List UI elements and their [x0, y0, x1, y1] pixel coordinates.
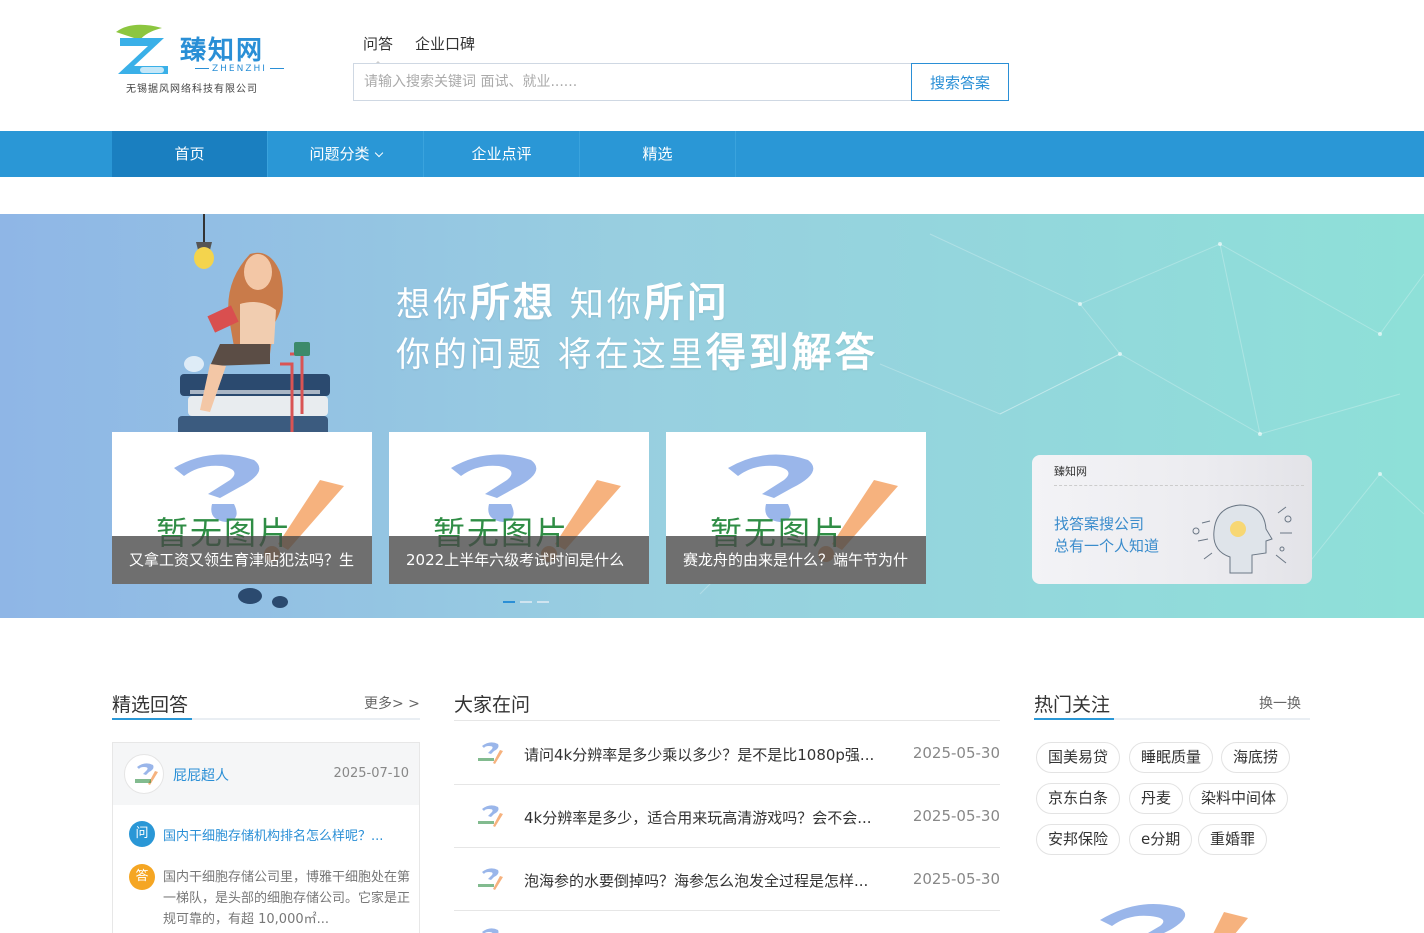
question-thumbnail-icon [478, 805, 503, 827]
hot-refresh-link[interactable]: 换一换 [1259, 693, 1301, 713]
banner-card-caption: 又拿工资又领生育津贴犯法吗？生 [112, 536, 372, 584]
slogan-part-3: 知你 [569, 285, 644, 325]
logo-company: 无锡据风网络科技有限公司 [126, 84, 258, 95]
banner-card-1[interactable]: 暂无图片 又拿工资又领生育津贴犯法吗？生 [112, 432, 372, 584]
carousel-dot[interactable] [503, 601, 515, 603]
answer-date: 2025-07-10 [333, 766, 409, 781]
nav-reviews-label: 企业点评 [471, 145, 532, 163]
hot-tag[interactable]: 丹麦 [1129, 783, 1184, 814]
banner-card-caption: 2022上半年六级考试时间是什么 [389, 536, 649, 584]
question-row[interactable]: 4k分辨率是多少，适合用来玩高清游戏吗？会不会... 2025-05-30 [454, 785, 1000, 848]
question-date: 2025-05-30 [912, 807, 1000, 825]
hot-underline-accent [1034, 718, 1114, 720]
answer-question-link[interactable]: 国内干细胞存储机构排名怎么样呢？... [163, 825, 408, 844]
hot-tag[interactable]: 海底捞 [1221, 742, 1291, 773]
page: 臻知网 ZHENZHI 无锡据风网络科技有限公司 问答 企业口碑 搜索答案 首页… [0, 0, 1424, 933]
hot-tag[interactable]: 睡眠质量 [1129, 742, 1214, 773]
avatar [124, 754, 164, 794]
hero-banner: 想你所想 知你所问 你的问题 将在这里得到解答 暂无图片 又拿工资又领生育津贴犯… [0, 214, 1424, 618]
logo-name: 臻知网 [180, 36, 265, 66]
logo-z-icon [116, 24, 168, 74]
slogan-part-1: 想你 [396, 285, 470, 325]
nav-featured[interactable]: 精选 [580, 131, 736, 177]
question-row[interactable]: 请问4k分辨率是多少乘以多少？是不是比1080p强... 2025-05-30 [454, 722, 1000, 785]
slogan-part-5: 你的问题 将在这里 [396, 335, 706, 375]
question-mark-avatar-icon [135, 763, 158, 785]
question-badge: 问 [129, 821, 155, 847]
nav-reviews[interactable]: 企业点评 [424, 131, 580, 177]
answer-badge: 答 [129, 864, 155, 890]
featured-more-link[interactable]: 更多> > [364, 693, 420, 713]
hot-tag[interactable]: 京东白条 [1036, 783, 1121, 814]
question-row[interactable]: 泡海参的水要倒掉吗？海参怎么泡发全过程是怎样... 2025-05-30 [454, 848, 1000, 911]
question-title[interactable]: 4k分辨率是多少，适合用来玩高清游戏吗？会不会... [524, 807, 894, 828]
search-tab-qa[interactable]: 问答 [363, 33, 393, 60]
nav-home-label: 首页 [174, 145, 205, 163]
hot-title: 热门关注 [1034, 694, 1111, 716]
carousel-dots [503, 601, 549, 603]
carousel-dot[interactable] [520, 601, 532, 603]
asking-underline [454, 720, 1000, 721]
answer-card[interactable]: 屁屁超人 2025-07-10 问 国内干细胞存储机构排名怎么样呢？... 答 … [112, 742, 420, 933]
promo-brand: 臻知网 [1054, 465, 1087, 478]
search-tab-company[interactable]: 企业口碑 [415, 33, 475, 60]
carousel-dot[interactable] [537, 601, 549, 603]
nav-home[interactable]: 首页 [112, 131, 268, 177]
answer-head: 屁屁超人 2025-07-10 [113, 743, 419, 805]
answer-user-name[interactable]: 屁屁超人 [173, 765, 229, 785]
nav-featured-label: 精选 [642, 145, 673, 163]
hot-tag[interactable]: 国美易贷 [1036, 742, 1121, 773]
promo-card[interactable]: 臻知网 找答案搜公司 总有一个人知道 [1032, 455, 1312, 584]
main-nav: 首页 问题分类 企业点评 精选 [0, 131, 1424, 177]
hot-underline [1034, 718, 1310, 720]
featured-title: 精选回答 [112, 694, 189, 716]
promo-divider [1054, 485, 1304, 486]
featured-underline [112, 718, 420, 720]
head-lightbulb-icon [1192, 504, 1292, 574]
search-button[interactable]: 搜索答案 [911, 63, 1009, 101]
question-thumbnail-icon [478, 742, 503, 764]
question-thumbnail-icon [482, 928, 499, 933]
logo-english: ZHENZHI [192, 64, 287, 74]
hot-placeholder-image-icon [1100, 904, 1248, 933]
nav-categories[interactable]: 问题分类 [268, 131, 424, 177]
question-date: 2025-05-30 [912, 870, 1000, 888]
promo-line1: 找答案搜公司 [1054, 515, 1145, 533]
nav-categories-label: 问题分类 [309, 145, 370, 163]
hot-tag[interactable]: 重婚罪 [1198, 824, 1268, 855]
banner-card-3[interactable]: 暂无图片 赛龙舟的由来是什么？端午节为什 [666, 432, 926, 584]
hot-tag[interactable]: 安邦保险 [1036, 824, 1121, 855]
site-logo[interactable]: 臻知网 ZHENZHI 无锡据风网络科技有限公司 [112, 22, 302, 96]
question-thumbnail-icon [478, 868, 503, 890]
promo-line2: 总有一个人知道 [1054, 537, 1160, 555]
hot-tag[interactable]: e分期 [1129, 824, 1193, 855]
hot-tag[interactable]: 染料中间体 [1189, 783, 1289, 814]
banner-card-caption: 赛龙舟的由来是什么？端午节为什 [666, 536, 926, 584]
question-title[interactable]: 泡海参的水要倒掉吗？海参怎么泡发全过程是怎样... [524, 870, 894, 891]
search-tabs: 问答 企业口碑 [363, 33, 475, 60]
question-date: 2025-05-30 [912, 744, 1000, 762]
search-input[interactable] [353, 63, 912, 101]
featured-underline-accent [112, 718, 192, 720]
chevron-down-icon [374, 148, 383, 158]
banner-slogan-line2: 你的问题 将在这里得到解答 [396, 320, 878, 378]
question-row-partial [474, 924, 504, 933]
question-title[interactable]: 请问4k分辨率是多少乘以多少？是不是比1080p强... [524, 744, 894, 765]
answer-excerpt: 国内干细胞存储公司里，博雅干细胞处在第一梯队，是头部的细胞存储公司。它家是正规可… [163, 870, 411, 927]
banner-card-2[interactable]: 暂无图片 2022上半年六级考试时间是什么 [389, 432, 649, 584]
asking-title: 大家在问 [454, 694, 531, 716]
slogan-part-6: 得到解答 [705, 330, 878, 376]
